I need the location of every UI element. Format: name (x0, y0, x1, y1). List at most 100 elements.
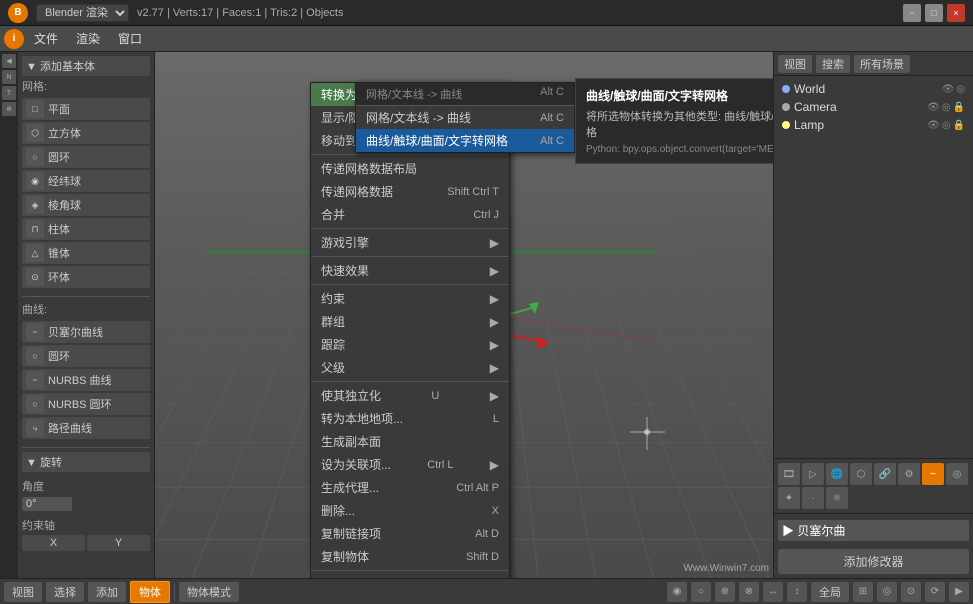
mesh-icosphere[interactable]: ◈ 棱角球 (22, 194, 150, 216)
mesh-uvsphere[interactable]: ◉ 经纬球 (22, 170, 150, 192)
submenu-convert[interactable]: 网格/文本线 -> 曲线 Alt C 网格/文本线 -> 曲线 Alt C 曲线… (355, 82, 575, 153)
menu-item-game[interactable]: 游戏引擎 ▶ (311, 231, 509, 254)
menu-item-group[interactable]: 群组 ▶ (311, 310, 509, 333)
camera-render-icon[interactable]: ◎ (942, 102, 951, 113)
3d-viewport[interactable]: 转换为 Alt C ▶ 显示/隐藏 ▶ 移动到层... M 传递网格数据布局 (155, 52, 773, 578)
constraint-y[interactable]: Y (87, 535, 150, 551)
viewport-icon-5[interactable]: ↔ (763, 582, 783, 602)
prop-world[interactable]: 🌐 (826, 463, 848, 485)
viewport-icon-4[interactable]: ⊗ (739, 582, 759, 602)
submenu-item-mesh-to-curve[interactable]: 网格/文本线 -> 曲线 Alt C (356, 106, 574, 129)
view-btn[interactable]: 视图 (778, 55, 812, 73)
camera-lock-icon[interactable]: 🔒 (953, 102, 965, 113)
menu-window[interactable]: 窗口 (110, 28, 150, 49)
rotate-label-btn[interactable]: ▼ 旋转 (22, 452, 150, 472)
curve-bezier[interactable]: ~ 贝塞尔曲线 (22, 321, 150, 343)
scene-camera[interactable]: Camera 👁 ◎ 🔒 (778, 98, 969, 116)
menu-item-setlinked[interactable]: 设为关联项... Ctrl L ▶ (311, 453, 509, 476)
tool-icon-4[interactable]: ⊕ (2, 102, 16, 116)
prop-render[interactable]: 🎞 (778, 463, 800, 485)
tool-icon-3[interactable]: T (2, 86, 16, 100)
viewport-icon-2[interactable]: ○ (691, 582, 711, 602)
window-minimize[interactable]: − (903, 4, 921, 22)
render-engine-select[interactable]: Blender 渲染 (36, 4, 129, 22)
mesh-circle[interactable]: ○ 圆环 (22, 146, 150, 168)
menu-item-makeproxy[interactable]: 生成代理... Ctrl Alt P (311, 476, 509, 499)
prop-material[interactable]: ◎ (946, 463, 968, 485)
mesh-plane[interactable]: □ 平面 (22, 98, 150, 120)
object-bottom-btn[interactable]: 物体 (130, 581, 170, 603)
viewport-icon-8[interactable]: ◎ (877, 582, 897, 602)
mesh-cube-icon: ⬡ (26, 124, 44, 142)
add-bottom-btn[interactable]: 添加 (88, 582, 126, 602)
scene-world[interactable]: World 👁 ◎ (778, 80, 969, 98)
viewport-icon-10[interactable]: ⟳ (925, 582, 945, 602)
menu-item-duplicate[interactable]: 复制物体 Shift D (311, 545, 509, 568)
menu-item-track[interactable]: 跟踪 ▶ (311, 333, 509, 356)
menu-item-local[interactable]: 转为本地地项... L (311, 407, 509, 430)
add-basic-btn[interactable]: ▼ 添加基本体 (22, 56, 150, 76)
viewport-icon-1[interactable]: ◉ (667, 582, 687, 602)
sidebar-content: ▼ 添加基本体 网格: □ 平面 ⬡ 立方体 ○ (18, 52, 154, 578)
menu-item-transmesh1[interactable]: 传递网格数据布局 (311, 157, 509, 180)
menu-item-duplilink[interactable]: 复制链接项 Alt D (311, 522, 509, 545)
menu-item-quickeffects[interactable]: 快速效果 ▶ (311, 259, 509, 282)
prop-scene[interactable]: ▷ (802, 463, 824, 485)
menu-item-single[interactable]: 使其独立化 U ▶ (311, 384, 509, 407)
prop-particle[interactable]: · (802, 487, 824, 509)
mesh-cylinder[interactable]: ⊓ 柱体 (22, 218, 150, 240)
world-render-icon[interactable]: ◎ (956, 84, 965, 95)
object-dropdown-menu[interactable]: 转换为 Alt C ▶ 显示/隐藏 ▶ 移动到层... M 传递网格数据布局 (310, 82, 510, 578)
tool-icon-1[interactable]: ◀ (2, 54, 16, 68)
all-scenes-btn[interactable]: 所有场景 (854, 55, 910, 73)
lamp-render-icon[interactable]: ◎ (942, 120, 951, 131)
angle-input[interactable] (22, 497, 72, 511)
global-btn[interactable]: 全局 (811, 582, 849, 602)
prop-object[interactable]: ⬡ (850, 463, 872, 485)
object-name-value[interactable]: ▶ 贝塞尔曲 (778, 520, 969, 541)
lamp-eye-icon[interactable]: 👁 (927, 120, 940, 131)
menu-file[interactable]: 文件 (26, 28, 66, 49)
viewport-area[interactable]: 转换为 Alt C ▶ 显示/隐藏 ▶ 移动到层... M 传递网格数据布局 (155, 52, 773, 578)
scene-lamp[interactable]: Lamp 👁 ◎ 🔒 (778, 116, 969, 134)
window-close[interactable]: × (947, 4, 965, 22)
menu-item-parent[interactable]: 父级 ▶ (311, 356, 509, 379)
add-modifier-btn[interactable]: 添加修改器 (778, 549, 969, 574)
menu-item-animation[interactable]: 动画 ▶ (311, 573, 509, 578)
mode-bottom-btn[interactable]: 物体模式 (179, 582, 239, 602)
mesh-cube[interactable]: ⬡ 立方体 (22, 122, 150, 144)
viewport-icon-6[interactable]: ↕ (787, 582, 807, 602)
window-maximize[interactable]: □ (925, 4, 943, 22)
world-eye-icon[interactable]: 👁 (942, 84, 955, 95)
prop-physics[interactable]: ⚛ (826, 487, 848, 509)
curve-nurbs-circle[interactable]: ○ NURBS 圆环 (22, 393, 150, 415)
mesh-torus[interactable]: ⊙ 环体 (22, 266, 150, 288)
curve-path[interactable]: ⤷ 路径曲线 (22, 417, 150, 439)
props-icons: 🎞 ▷ 🌐 ⬡ 🔗 ⚙ ~ ◎ ✦ · ⚛ (778, 463, 969, 509)
select-bottom-btn[interactable]: 选择 (46, 582, 84, 602)
view-bottom-btn[interactable]: 视图 (4, 582, 42, 602)
menu-item-join[interactable]: 合并 Ctrl J (311, 203, 509, 226)
prop-modifier[interactable]: ⚙ (898, 463, 920, 485)
prop-texture[interactable]: ✦ (778, 487, 800, 509)
camera-eye-icon[interactable]: 👁 (927, 102, 940, 113)
viewport-icon-7[interactable]: ⊞ (853, 582, 873, 602)
prop-constraint[interactable]: 🔗 (874, 463, 896, 485)
curve-nurbs[interactable]: ~ NURBS 曲线 (22, 369, 150, 391)
curve-circle[interactable]: ○ 圆环 (22, 345, 150, 367)
viewport-icon-11[interactable]: ▶ (949, 582, 969, 602)
viewport-icon-3[interactable]: ⊕ (715, 582, 735, 602)
constraint-x[interactable]: X (22, 535, 85, 551)
prop-data[interactable]: ~ (922, 463, 944, 485)
menu-item-delete[interactable]: 删除... X (311, 499, 509, 522)
submenu-item-curve-to-mesh[interactable]: 曲线/触球/曲面/文字转网格 Alt C (356, 129, 574, 152)
menu-item-constraint[interactable]: 约束 ▶ (311, 287, 509, 310)
lamp-lock-icon[interactable]: 🔒 (953, 120, 965, 131)
mesh-cone[interactable]: △ 锥体 (22, 242, 150, 264)
menu-item-transmesh2[interactable]: 传递网格数据 Shift Ctrl T (311, 180, 509, 203)
menu-render[interactable]: 渲染 (68, 28, 108, 49)
tool-icon-2[interactable]: N (2, 70, 16, 84)
menu-item-dupliface[interactable]: 生成副本面 (311, 430, 509, 453)
viewport-icon-9[interactable]: ⊙ (901, 582, 921, 602)
search-btn[interactable]: 搜索 (816, 55, 850, 73)
